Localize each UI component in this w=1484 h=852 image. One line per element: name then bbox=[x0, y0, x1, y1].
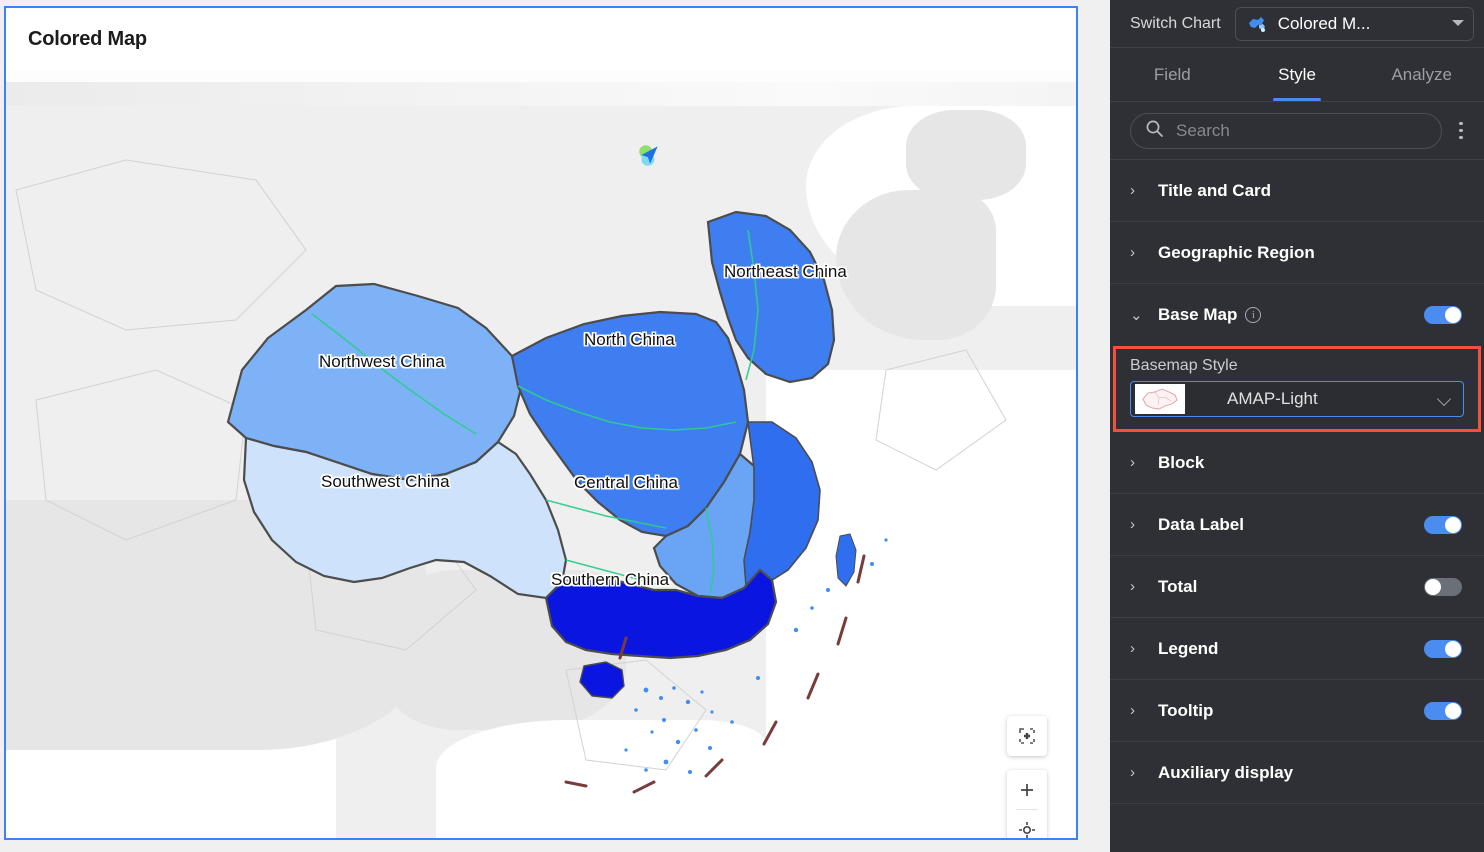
section-block[interactable]: › Block bbox=[1110, 432, 1484, 494]
chevron-right-icon: › bbox=[1130, 764, 1135, 781]
chevron-right-icon: › bbox=[1130, 702, 1135, 719]
section-label: Block bbox=[1158, 452, 1205, 472]
section-auxiliary-display[interactable]: › Auxiliary display bbox=[1110, 742, 1484, 804]
base-map-toggle[interactable] bbox=[1424, 306, 1462, 324]
more-options-icon[interactable] bbox=[1448, 113, 1474, 149]
map-pointer-icon bbox=[639, 145, 658, 166]
chevron-right-icon: › bbox=[1130, 640, 1135, 657]
section-data-label[interactable]: › Data Label bbox=[1110, 494, 1484, 556]
section-label: Geographic Region bbox=[1158, 242, 1315, 262]
section-tooltip[interactable]: › Tooltip bbox=[1110, 680, 1484, 742]
section-label: Title and Card bbox=[1158, 180, 1272, 200]
page-title: Colored Map bbox=[28, 28, 147, 50]
style-sections: › Title and Card › Geographic Region ⌄ B… bbox=[1110, 160, 1484, 852]
basemap-style-select[interactable]: AMAP-Light bbox=[1130, 381, 1464, 417]
section-geographic-region[interactable]: › Geographic Region bbox=[1110, 222, 1484, 284]
panel-header: Switch Chart Colored M... bbox=[1110, 0, 1484, 48]
locate-icon[interactable] bbox=[1007, 810, 1047, 838]
section-total[interactable]: › Total bbox=[1110, 556, 1484, 618]
region-hainan-island[interactable] bbox=[579, 661, 625, 699]
chart-workspace: Colored Map Northeast China North China … bbox=[0, 0, 1110, 852]
section-label: Total bbox=[1158, 576, 1198, 596]
section-base-map[interactable]: ⌄ Base Map i bbox=[1110, 284, 1484, 346]
section-label: Auxiliary display bbox=[1158, 762, 1294, 782]
chevron-right-icon: › bbox=[1130, 244, 1135, 261]
basemap-style-group: Basemap Style AMAP-Light bbox=[1113, 346, 1481, 432]
basemap-thumbnail bbox=[1135, 384, 1185, 414]
section-title-and-card[interactable]: › Title and Card bbox=[1110, 160, 1484, 222]
section-label: Tooltip bbox=[1158, 700, 1214, 720]
section-label: Legend bbox=[1158, 638, 1219, 658]
region-taiwan[interactable] bbox=[835, 533, 857, 587]
basemap-style-value: AMAP-Light bbox=[1227, 389, 1318, 408]
chevron-right-icon: › bbox=[1130, 454, 1135, 471]
chevron-right-icon: › bbox=[1130, 578, 1135, 595]
section-label: Data Label bbox=[1158, 514, 1244, 534]
chevron-down-icon: ⌄ bbox=[1130, 307, 1143, 324]
app-root: Colored Map Northeast China North China … bbox=[0, 0, 1484, 852]
style-settings-panel: Switch Chart Colored M... Field Style An… bbox=[1110, 0, 1484, 852]
chevron-down-icon[interactable] bbox=[1437, 391, 1453, 407]
search-icon bbox=[1145, 119, 1164, 143]
chart-type-selector[interactable]: Colored M... bbox=[1234, 6, 1474, 41]
chevron-down-icon[interactable] bbox=[1451, 15, 1465, 33]
search-row bbox=[1110, 102, 1484, 160]
info-icon[interactable]: i bbox=[1245, 307, 1262, 323]
zoom-in-icon[interactable] bbox=[1007, 770, 1047, 809]
china-choropleth-map[interactable] bbox=[6, 70, 1076, 838]
chart-type-name: Colored M... bbox=[1277, 13, 1371, 33]
map-canvas[interactable]: Northeast China North China Northwest Ch… bbox=[6, 70, 1076, 838]
section-label: Base Map bbox=[1158, 305, 1238, 324]
search-input[interactable] bbox=[1174, 119, 1427, 142]
total-toggle[interactable] bbox=[1424, 577, 1462, 596]
switch-chart-label: Switch Chart bbox=[1130, 14, 1221, 32]
panel-tabs: Field Style Analyze bbox=[1110, 48, 1484, 102]
tab-style[interactable]: Style bbox=[1235, 48, 1360, 101]
region-east-china[interactable] bbox=[743, 421, 821, 587]
zoom-to-area-icon[interactable] bbox=[1007, 716, 1047, 756]
colored-map-icon bbox=[1248, 16, 1265, 32]
basemap-style-label: Basemap Style bbox=[1130, 357, 1238, 374]
map-zoom-controls[interactable] bbox=[1007, 770, 1047, 838]
map-select-area-control[interactable] bbox=[1007, 716, 1047, 756]
tab-analyze[interactable]: Analyze bbox=[1359, 48, 1484, 101]
legend-toggle[interactable] bbox=[1424, 639, 1462, 658]
chevron-right-icon: › bbox=[1130, 516, 1135, 533]
data-label-toggle[interactable] bbox=[1424, 515, 1462, 534]
tab-field[interactable]: Field bbox=[1110, 48, 1235, 101]
search-box[interactable] bbox=[1130, 112, 1442, 149]
chevron-right-icon: › bbox=[1130, 182, 1135, 199]
colored-map-card[interactable]: Colored Map Northeast China North China … bbox=[4, 6, 1078, 840]
section-legend[interactable]: › Legend bbox=[1110, 618, 1484, 680]
tooltip-toggle[interactable] bbox=[1424, 701, 1462, 720]
